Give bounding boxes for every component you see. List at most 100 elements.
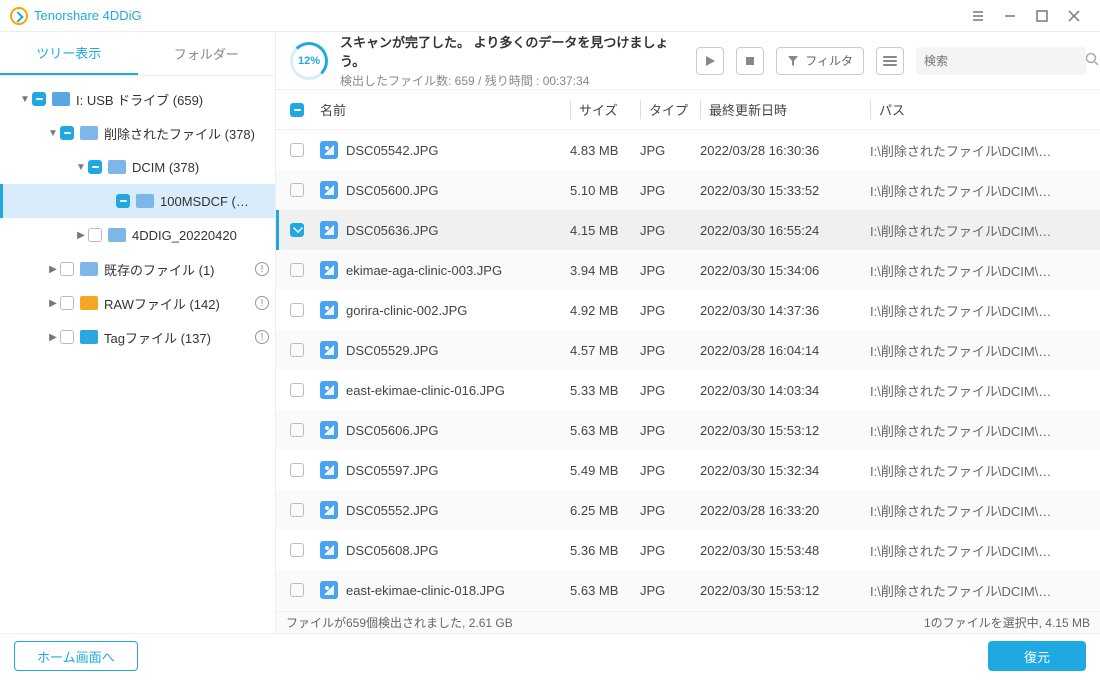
cell-name: DSC05606.JPG	[320, 421, 570, 439]
cell-type: JPG	[640, 583, 700, 598]
chevron-down-icon[interactable]: ▼	[18, 94, 32, 105]
table-row[interactable]: ekimae-aga-clinic-003.JPG3.94 MBJPG2022/…	[276, 250, 1100, 290]
chevron-right-icon[interactable]: ▶	[46, 332, 60, 343]
row-checkbox[interactable]	[290, 383, 304, 397]
col-header-path[interactable]: パス	[870, 100, 1086, 119]
folder-icon	[80, 126, 98, 140]
cell-type: JPG	[640, 423, 700, 438]
tree-node[interactable]: ▶既存のファイル (1)!	[0, 252, 275, 286]
folder-icon	[136, 194, 154, 208]
tree-checkbox[interactable]	[88, 228, 102, 242]
menu-button[interactable]	[962, 0, 994, 32]
filter-button[interactable]: フィルタ	[776, 47, 864, 75]
row-checkbox[interactable]	[290, 583, 304, 597]
tree-node[interactable]: ▶RAWファイル (142)!	[0, 286, 275, 320]
table-row[interactable]: DSC05542.JPG4.83 MBJPG2022/03/28 16:30:3…	[276, 130, 1100, 170]
play-button[interactable]	[696, 47, 724, 75]
cell-name: east-ekimae-clinic-016.JPG	[320, 381, 570, 399]
tab-tree-view[interactable]: ツリー表示	[0, 32, 138, 75]
stop-button[interactable]	[736, 47, 764, 75]
chevron-down-icon[interactable]: ▼	[46, 128, 60, 139]
cell-path: I:\削除されたファイル\DCIM\…	[870, 381, 1086, 400]
row-checkbox[interactable]	[290, 543, 304, 557]
file-name: DSC05636.JPG	[346, 223, 439, 238]
table-row[interactable]: DSC05608.JPG5.36 MBJPG2022/03/30 15:53:4…	[276, 530, 1100, 570]
chevron-down-icon[interactable]: ▼	[74, 162, 88, 173]
scan-info: スキャンが完了した。 より多くのデータを見つけましょう。 検出したファイル数: …	[340, 32, 684, 89]
cell-type: JPG	[640, 303, 700, 318]
file-name: ekimae-aga-clinic-003.JPG	[346, 263, 502, 278]
search-field[interactable]	[916, 47, 1086, 75]
tree-checkbox[interactable]	[60, 330, 74, 344]
table-row[interactable]: DSC05636.JPG4.15 MBJPG2022/03/30 16:55:2…	[276, 210, 1100, 250]
tree-checkbox[interactable]	[60, 126, 74, 140]
table-row[interactable]: DSC05529.JPG4.57 MBJPG2022/03/28 16:04:1…	[276, 330, 1100, 370]
tree-checkbox[interactable]	[60, 296, 74, 310]
close-button[interactable]	[1058, 0, 1090, 32]
cell-size: 5.10 MB	[570, 183, 640, 198]
table-body[interactable]: DSC05542.JPG4.83 MBJPG2022/03/28 16:30:3…	[276, 130, 1100, 611]
tree-node[interactable]: ▼削除されたファイル (378)	[0, 116, 275, 150]
cell-path: I:\削除されたファイル\DCIM\…	[870, 261, 1086, 280]
tree-node[interactable]: ▶4DDIG_20220420	[0, 218, 275, 252]
row-checkbox[interactable]	[290, 183, 304, 197]
col-header-name[interactable]: 名前	[320, 100, 570, 119]
tree-checkbox[interactable]	[60, 262, 74, 276]
cell-size: 5.49 MB	[570, 463, 640, 478]
cell-size: 5.36 MB	[570, 543, 640, 558]
table-row[interactable]: DSC05597.JPG5.49 MBJPG2022/03/30 15:32:3…	[276, 450, 1100, 490]
scan-progress-ring: 12%	[290, 42, 328, 80]
tab-folder-view[interactable]: フォルダー	[138, 32, 276, 75]
cell-name: DSC05608.JPG	[320, 541, 570, 559]
tree-node[interactable]: ▼DCIM (378)	[0, 150, 275, 184]
tree-node[interactable]: ▶Tagファイル (137)!	[0, 320, 275, 354]
cell-path: I:\削除されたファイル\DCIM\…	[870, 221, 1086, 240]
table-row[interactable]: DSC05606.JPG5.63 MBJPG2022/03/30 15:53:1…	[276, 410, 1100, 450]
cell-path: I:\削除されたファイル\DCIM\…	[870, 421, 1086, 440]
table-row[interactable]: gorira-clinic-002.JPG4.92 MBJPG2022/03/3…	[276, 290, 1100, 330]
tree-node-label: I: USB ドライブ (659)	[76, 90, 269, 109]
row-checkbox[interactable]	[290, 263, 304, 277]
row-checkbox[interactable]	[290, 503, 304, 517]
cell-date: 2022/03/30 15:34:06	[700, 263, 870, 278]
chevron-right-icon[interactable]: ▶	[46, 298, 60, 309]
row-checkbox[interactable]	[290, 303, 304, 317]
col-header-size[interactable]: サイズ	[570, 100, 640, 119]
header-checkbox[interactable]	[290, 103, 304, 117]
table-row[interactable]: DSC05600.JPG5.10 MBJPG2022/03/30 15:33:5…	[276, 170, 1100, 210]
view-mode-button[interactable]	[876, 47, 904, 75]
minimize-button[interactable]	[994, 0, 1026, 32]
tree-node[interactable]: 100MSDCF (…	[0, 184, 275, 218]
main-toolbar: 12% スキャンが完了した。 より多くのデータを見つけましょう。 検出したファイ…	[276, 32, 1100, 90]
chevron-right-icon[interactable]: ▶	[74, 230, 88, 241]
table-row[interactable]: east-ekimae-clinic-016.JPG5.33 MBJPG2022…	[276, 370, 1100, 410]
home-button[interactable]: ホーム画面へ	[14, 641, 138, 671]
cell-date: 2022/03/30 15:53:48	[700, 543, 870, 558]
recover-button[interactable]: 復元	[988, 641, 1086, 671]
tree-checkbox[interactable]	[116, 194, 130, 208]
table-row[interactable]: DSC05552.JPG6.25 MBJPG2022/03/28 16:33:2…	[276, 490, 1100, 530]
sidebar: ツリー表示 フォルダー ▼ I: USB ドライブ (659) ▼削除されたファイル…	[0, 32, 276, 633]
image-file-icon	[320, 181, 338, 199]
maximize-button[interactable]	[1026, 0, 1058, 32]
cell-name: DSC05529.JPG	[320, 341, 570, 359]
col-header-date[interactable]: 最終更新日時	[700, 100, 870, 119]
image-file-icon	[320, 221, 338, 239]
tree-checkbox[interactable]	[32, 92, 46, 106]
search-input[interactable]	[924, 54, 1079, 68]
tree-checkbox[interactable]	[88, 160, 102, 174]
tree-node[interactable]: ▼ I: USB ドライブ (659)	[0, 82, 275, 116]
tree-node-label: 既存のファイル (1)	[104, 260, 251, 279]
row-checkbox[interactable]	[290, 343, 304, 357]
row-checkbox[interactable]	[290, 143, 304, 157]
row-checkbox[interactable]	[290, 463, 304, 477]
chevron-right-icon[interactable]: ▶	[46, 264, 60, 275]
row-checkbox[interactable]	[290, 423, 304, 437]
cell-date: 2022/03/30 15:53:12	[700, 583, 870, 598]
row-checkbox[interactable]	[290, 223, 304, 237]
cell-name: gorira-clinic-002.JPG	[320, 301, 570, 319]
folder-icon	[80, 262, 98, 276]
table-row[interactable]: east-ekimae-clinic-018.JPG5.63 MBJPG2022…	[276, 570, 1100, 610]
cell-path: I:\削除されたファイル\DCIM\…	[870, 461, 1086, 480]
col-header-type[interactable]: タイプ	[640, 100, 700, 119]
